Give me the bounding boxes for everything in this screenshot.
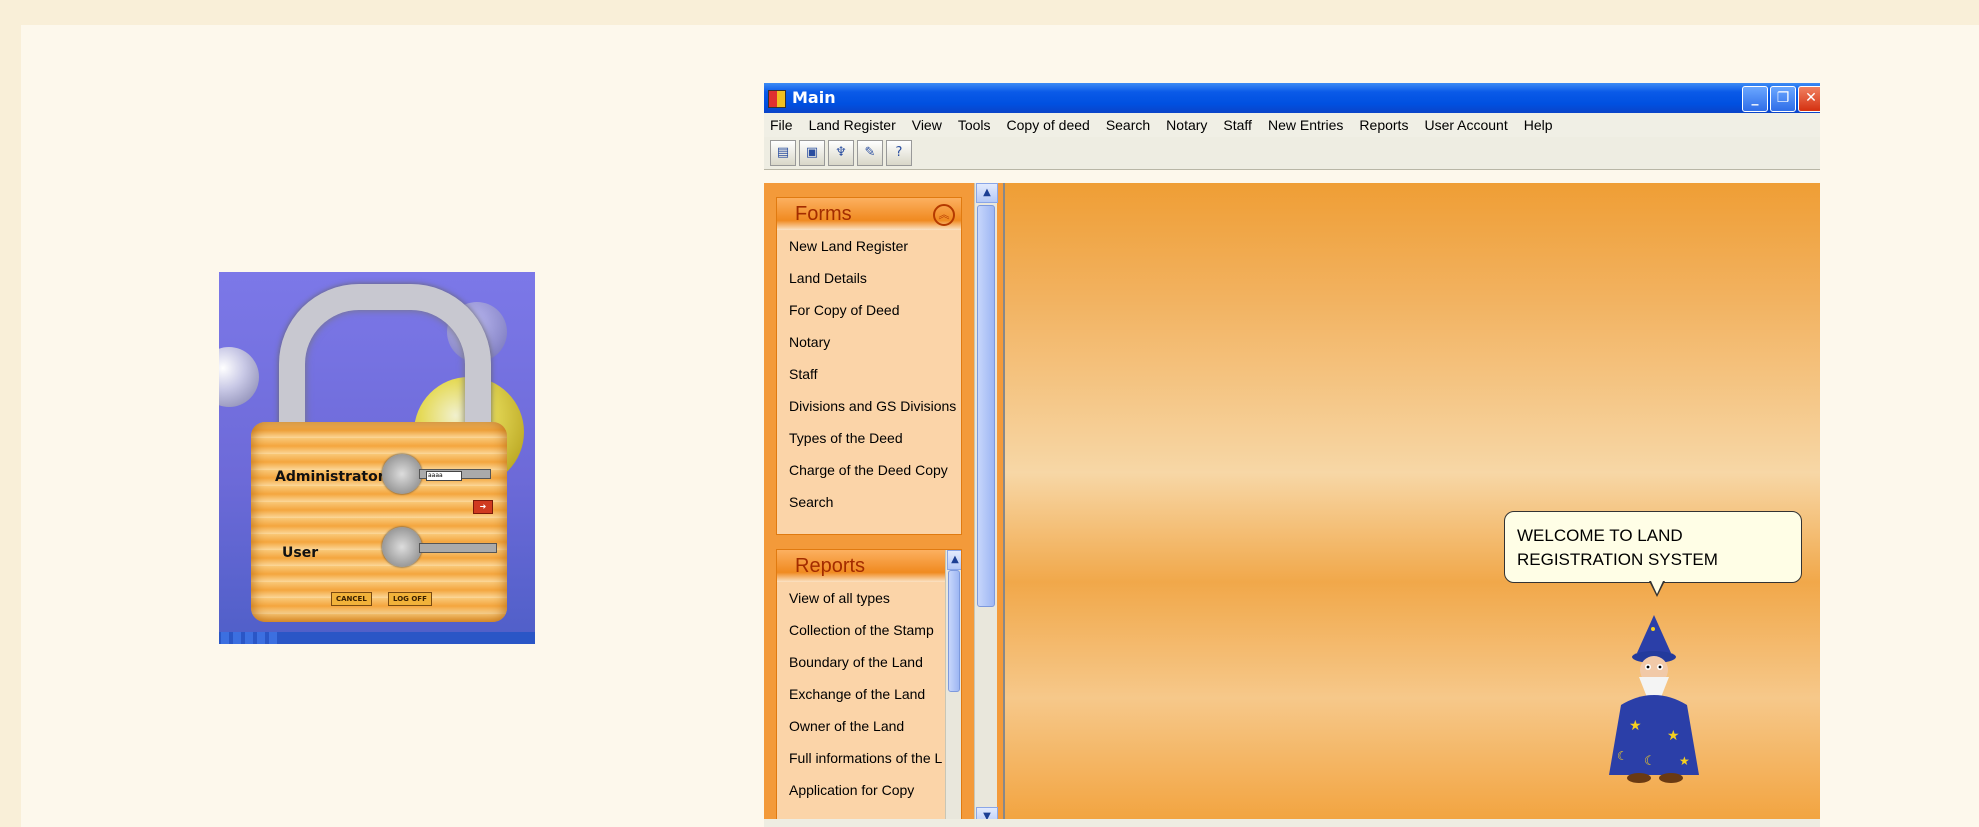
window-title: Main <box>792 88 836 107</box>
forms-item-charge-of-deed-copy[interactable]: Charge of the Deed Copy <box>777 454 961 486</box>
menu-search[interactable]: Search <box>1098 117 1158 133</box>
reports-item-owner[interactable]: Owner of the Land <box>777 710 961 742</box>
welcome-line-1: WELCOME TO LAND <box>1517 526 1683 545</box>
toolbar: ▤ ▣ ♆ ✎ ? <box>764 137 1820 170</box>
forms-item-copy-of-deed[interactable]: For Copy of Deed <box>777 294 961 326</box>
main-window: Main _ ❐ ✕ File Land Register View Tools… <box>764 83 1820 827</box>
menu-new-entries[interactable]: New Entries <box>1260 117 1351 133</box>
collapse-chevron-up-icon[interactable]: ︽ <box>933 204 955 226</box>
menu-copy-of-deed[interactable]: Copy of deed <box>999 117 1098 133</box>
menu-view[interactable]: View <box>904 117 950 133</box>
forms-item-new-land-register[interactable]: New Land Register <box>777 230 961 262</box>
menu-bar: File Land Register View Tools Copy of de… <box>764 113 1820 137</box>
cancel-button[interactable]: CANCEL <box>331 592 372 606</box>
forms-item-staff[interactable]: Staff <box>777 358 961 390</box>
svg-text:★: ★ <box>1629 718 1642 734</box>
user-label: User <box>282 545 319 561</box>
welcome-line-2: REGISTRATION SYSTEM <box>1517 550 1718 569</box>
main-content-area: WELCOME TO LAND REGISTRATION SYSTEM ★ ★ … <box>1003 183 1820 827</box>
menu-tools[interactable]: Tools <box>950 117 999 133</box>
forms-item-types-of-deed[interactable]: Types of the Deed <box>777 422 961 454</box>
menu-reports[interactable]: Reports <box>1351 117 1416 133</box>
scroll-up-icon[interactable]: ▲ <box>976 183 998 203</box>
taskbar-item[interactable] <box>232 632 241 644</box>
reports-title: Reports <box>795 555 866 577</box>
taskbar-item[interactable] <box>256 632 265 644</box>
menu-notary[interactable]: Notary <box>1158 117 1215 133</box>
log-off-button[interactable]: LOG OFF <box>388 592 432 606</box>
minimize-button[interactable]: _ <box>1742 86 1768 112</box>
reports-item-exchange[interactable]: Exchange of the Land <box>777 678 961 710</box>
taskbar-item[interactable] <box>268 632 277 644</box>
note-icon[interactable]: ✎ <box>857 140 883 166</box>
scroll-thumb[interactable] <box>977 205 995 607</box>
sidebar-scrollbar[interactable]: ▲ ▼ <box>974 183 998 827</box>
sidebar: Forms ︽ New Land Register Land Details F… <box>764 183 1003 827</box>
scroll-up-icon[interactable]: ▲ <box>947 550 961 570</box>
window-icon[interactable]: ▣ <box>799 140 825 166</box>
reports-item-application-for-copy[interactable]: Application for Copy <box>777 774 961 806</box>
welcome-speech-bubble: WELCOME TO LAND REGISTRATION SYSTEM <box>1504 511 1802 583</box>
svg-text:★: ★ <box>1679 754 1690 768</box>
restore-button[interactable]: ❐ <box>1770 86 1796 112</box>
user-key-icon[interactable] <box>382 527 422 567</box>
decorative-sphere <box>219 347 259 407</box>
help-icon[interactable]: ? <box>886 140 912 166</box>
login-lock-image: Administrator aaaa ➜ User CANCEL LOG OFF <box>219 272 535 644</box>
status-bar <box>764 819 1820 827</box>
svg-text:☾: ☾ <box>1644 754 1656 769</box>
reports-item-boundary[interactable]: Boundary of the Land <box>777 646 961 678</box>
forms-item-land-details[interactable]: Land Details <box>777 262 961 294</box>
scroll-thumb[interactable] <box>948 570 960 692</box>
svg-text:☾: ☾ <box>1617 749 1628 763</box>
taskbar <box>219 632 535 644</box>
forms-item-divisions[interactable]: Divisions and GS Divisions <box>777 390 961 422</box>
reports-item-full-informations[interactable]: Full informations of the L <box>777 742 961 774</box>
menu-land-register[interactable]: Land Register <box>801 117 904 133</box>
wizard-assistant-icon[interactable]: ★ ★ ☾ ☾ ★ <box>1599 615 1709 785</box>
reports-panel: Reports View of all types Collection of … <box>776 549 962 827</box>
menu-user-account[interactable]: User Account <box>1416 117 1515 133</box>
taskbar-item[interactable] <box>244 632 253 644</box>
menu-file[interactable]: File <box>764 117 801 133</box>
document-icon[interactable]: ▤ <box>770 140 796 166</box>
login-enter-button[interactable]: ➜ <box>473 500 493 514</box>
user-key-shaft <box>419 543 497 553</box>
app-icon <box>768 90 786 108</box>
reports-item-all-types[interactable]: View of all types <box>777 582 961 614</box>
menu-staff[interactable]: Staff <box>1215 117 1260 133</box>
forms-item-notary[interactable]: Notary <box>777 326 961 358</box>
padlock-body <box>251 422 507 622</box>
taskbar-item[interactable] <box>221 632 229 644</box>
administrator-key-icon[interactable] <box>382 454 422 494</box>
brush-icon[interactable]: ♆ <box>828 140 854 166</box>
svg-text:★: ★ <box>1667 728 1680 744</box>
bubble-tail <box>1651 581 1663 594</box>
close-button[interactable]: ✕ <box>1798 86 1820 112</box>
forms-panel: Forms ︽ New Land Register Land Details F… <box>776 197 962 535</box>
reports-scrollbar[interactable]: ▲ <box>945 550 961 827</box>
forms-item-search[interactable]: Search <box>777 486 961 518</box>
title-bar[interactable]: Main _ ❐ ✕ <box>764 83 1820 113</box>
menu-help[interactable]: Help <box>1516 117 1561 133</box>
administrator-password-input[interactable]: aaaa <box>426 471 462 481</box>
reports-item-collection-of-stamp[interactable]: Collection of the Stamp <box>777 614 961 646</box>
forms-title: Forms <box>795 203 852 225</box>
reports-header[interactable]: Reports <box>777 550 961 582</box>
administrator-label: Administrator <box>275 469 385 485</box>
